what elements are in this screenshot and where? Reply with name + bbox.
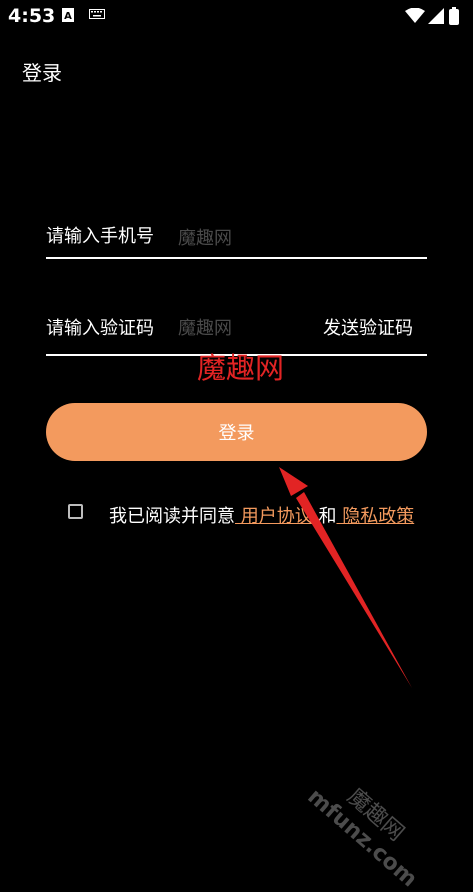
- keyboard-icon: [89, 9, 105, 19]
- verification-code-input[interactable]: [178, 316, 308, 340]
- login-button[interactable]: 登录: [46, 403, 427, 461]
- watermark-center: 魔趣网: [197, 351, 285, 385]
- phone-field-label: 请输入手机号: [46, 226, 154, 247]
- watermark-corner: 魔趣网 mfunz.com: [303, 760, 443, 892]
- phone-field-underline: [46, 257, 427, 259]
- battery-icon: [449, 7, 459, 25]
- send-code-button[interactable]: 发送验证码: [323, 314, 413, 340]
- signal-icon: [428, 8, 444, 24]
- status-time: 4:53: [8, 5, 56, 27]
- user-agreement-link[interactable]: 用户协议: [235, 506, 313, 527]
- status-bar: 4:53 A: [0, 0, 473, 34]
- wifi-icon: [405, 8, 425, 23]
- svg-text:A: A: [64, 11, 72, 22]
- privacy-policy-link[interactable]: 隐私政策: [336, 506, 414, 527]
- page-title: 登录: [22, 61, 62, 85]
- phone-input[interactable]: [178, 226, 418, 250]
- font-a-icon: A: [62, 8, 74, 22]
- agreement-and-text: 和: [312, 506, 337, 527]
- agreement-text: 我已阅读并同意: [109, 506, 235, 527]
- code-field-label: 请输入验证码: [46, 318, 154, 339]
- agreement-checkbox[interactable]: [68, 504, 83, 519]
- agreement-row: 我已阅读并同意 用户协议 和 隐私政策: [109, 502, 414, 528]
